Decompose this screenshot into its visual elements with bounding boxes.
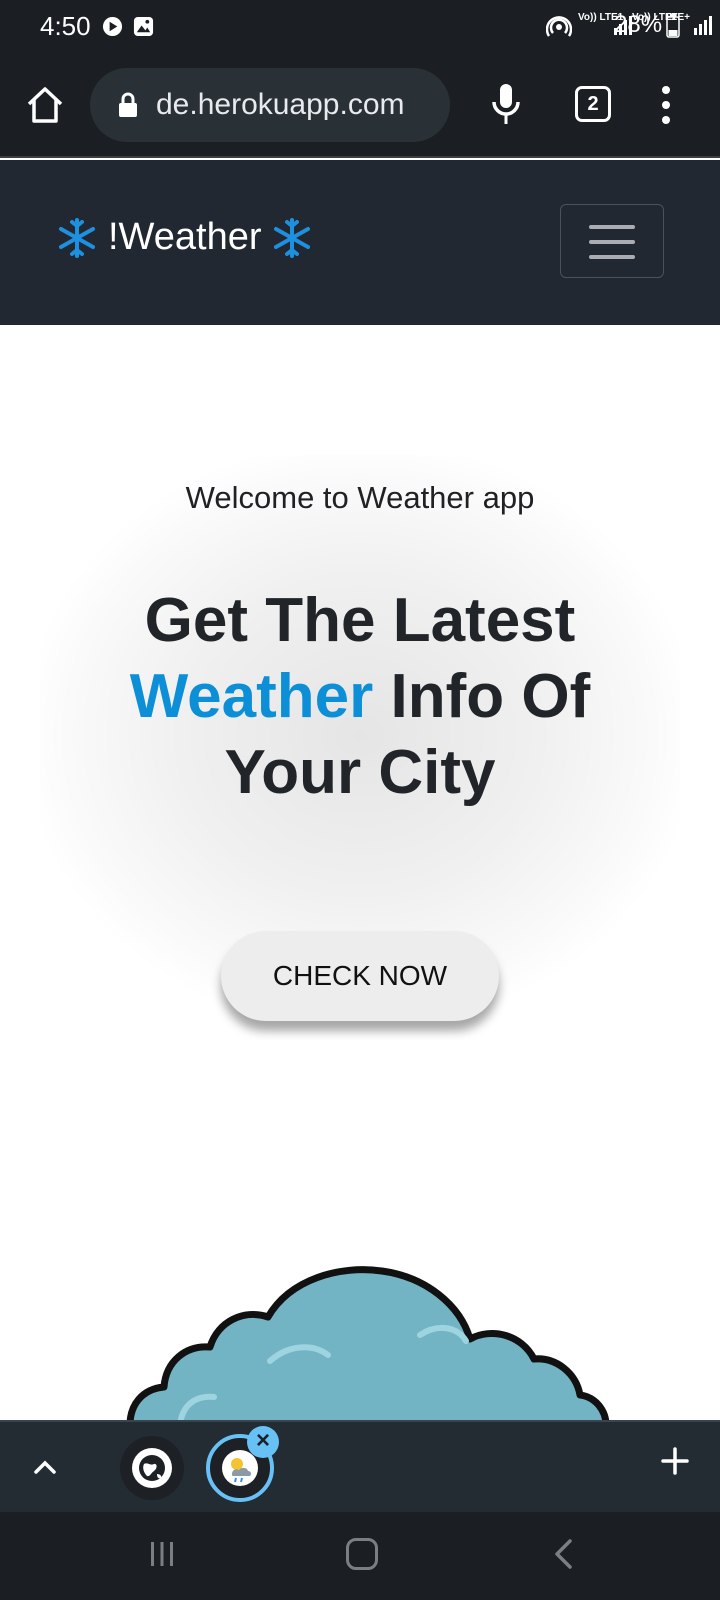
hamburger-icon bbox=[589, 240, 635, 244]
headline-accent: Weather bbox=[129, 662, 374, 731]
plus-icon[interactable] bbox=[660, 1446, 690, 1476]
welcome-text: Welcome to Weather app bbox=[185, 480, 535, 515]
browser-toolbar: de.herokuapp.com 2 bbox=[0, 52, 720, 158]
hamburger-icon bbox=[589, 255, 635, 259]
globe-icon bbox=[132, 1448, 172, 1488]
mic-icon[interactable] bbox=[488, 82, 524, 128]
hero-headline: Get The Latest Weather Info Of Your City bbox=[80, 583, 640, 811]
navbar-toggler[interactable] bbox=[560, 204, 664, 278]
signal-icon bbox=[694, 16, 712, 35]
hamburger-icon bbox=[589, 225, 635, 229]
snowflake-icon bbox=[274, 217, 311, 258]
hotspot-icon bbox=[546, 16, 572, 37]
lock-icon[interactable] bbox=[118, 92, 138, 118]
more-vert-icon[interactable] bbox=[656, 84, 676, 126]
headline-part1: Get The Latest bbox=[144, 586, 576, 655]
android-nav-bar bbox=[0, 1512, 720, 1600]
weather-favicon-icon bbox=[222, 1450, 258, 1486]
check-now-button[interactable]: CHECK NOW bbox=[221, 931, 499, 1021]
brand-text[interactable]: !Weather bbox=[108, 216, 261, 259]
hero-section: Welcome to Weather app Get The Latest We… bbox=[0, 325, 720, 1425]
status-notification-icons bbox=[102, 16, 154, 37]
tab-strip: × bbox=[0, 1420, 720, 1512]
battery-icon bbox=[666, 14, 680, 38]
cloud-illustration bbox=[126, 1266, 610, 1425]
home-nav-icon[interactable] bbox=[346, 1538, 378, 1570]
tab-thumbnail[interactable] bbox=[120, 1436, 184, 1500]
snowflake-icon bbox=[59, 217, 95, 258]
chevron-up-icon[interactable] bbox=[30, 1452, 60, 1482]
status-bar: 4:50 Vo)) LTE1 Vo)) LTE2 LTE+ 28% bbox=[0, 0, 720, 52]
close-icon[interactable]: × bbox=[247, 1426, 279, 1458]
recents-icon[interactable] bbox=[148, 1540, 176, 1568]
status-time: 4:50 bbox=[40, 11, 91, 41]
home-icon[interactable] bbox=[24, 84, 66, 126]
site-navbar: !Weather bbox=[0, 160, 720, 325]
battery-percent: 28% bbox=[614, 11, 663, 38]
address-bar[interactable]: de.herokuapp.com bbox=[90, 68, 450, 142]
youtube-music-icon bbox=[102, 16, 123, 37]
tabs-icon[interactable]: 2 bbox=[575, 86, 611, 122]
brand[interactable]: !Weather bbox=[56, 216, 313, 259]
gallery-icon bbox=[133, 16, 154, 37]
back-icon[interactable] bbox=[552, 1538, 574, 1570]
url-text[interactable]: de.herokuapp.com bbox=[156, 88, 405, 122]
